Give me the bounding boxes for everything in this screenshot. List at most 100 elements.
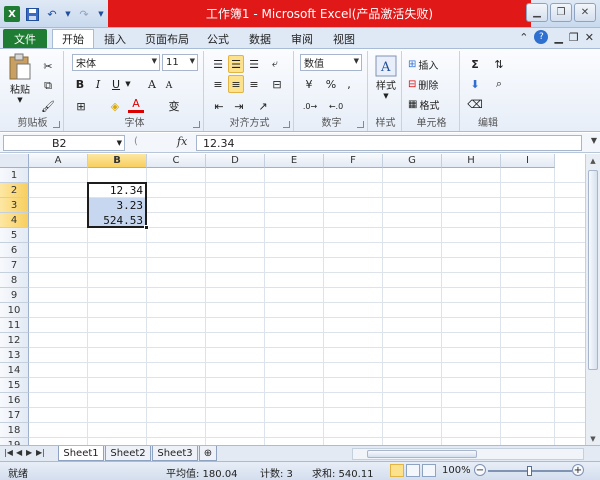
- column-header-i[interactable]: I: [501, 154, 555, 168]
- copy-icon[interactable]: ⧉: [38, 77, 58, 95]
- undo-icon[interactable]: ↶: [44, 6, 60, 22]
- zoom-slider[interactable]: − +: [474, 464, 584, 477]
- page-layout-view-icon[interactable]: [406, 464, 420, 477]
- column-header-c[interactable]: C: [147, 154, 206, 168]
- row-header-2[interactable]: 2: [0, 183, 29, 198]
- tab-home[interactable]: 开始: [52, 29, 94, 48]
- vertical-scrollbar[interactable]: ▲ ▼: [585, 154, 600, 445]
- alignment-launcher-icon[interactable]: [283, 121, 290, 128]
- clipboard-launcher-icon[interactable]: [53, 121, 60, 128]
- row-header-15[interactable]: 15: [0, 378, 29, 393]
- currency-icon[interactable]: ¥: [300, 75, 318, 93]
- formula-input[interactable]: 12.34: [196, 135, 582, 151]
- format-painter-icon[interactable]: 🖌: [38, 97, 58, 115]
- tab-file[interactable]: 文件: [3, 29, 47, 48]
- sheet-tab-sheet2[interactable]: Sheet2: [105, 446, 151, 461]
- close-button[interactable]: ✕: [574, 3, 596, 22]
- styles-button[interactable]: A 样式 ▼: [372, 55, 400, 100]
- column-header-f[interactable]: F: [324, 154, 383, 168]
- doc-restore-icon[interactable]: ❐: [569, 31, 579, 44]
- underline-button[interactable]: U: [108, 75, 124, 93]
- collapse-ribbon-icon[interactable]: ⌃: [519, 31, 528, 44]
- insert-cells-button[interactable]: ⊞ 插入: [408, 55, 458, 73]
- next-sheet-icon[interactable]: ▶: [26, 448, 32, 457]
- font-launcher-icon[interactable]: [193, 121, 200, 128]
- name-box[interactable]: B2 ▼: [3, 135, 125, 151]
- phonetic-button[interactable]: 变: [164, 97, 184, 115]
- zoom-level[interactable]: 100%: [442, 465, 471, 476]
- find-select-icon[interactable]: ⌕: [488, 75, 510, 93]
- column-header-a[interactable]: A: [29, 154, 88, 168]
- expand-formula-icon[interactable]: ▼: [591, 136, 597, 145]
- horizontal-scrollbar[interactable]: [352, 448, 584, 460]
- increase-indent-icon[interactable]: ⇥: [230, 97, 248, 115]
- font-size-combo[interactable]: 11 ▼: [162, 54, 198, 71]
- first-sheet-icon[interactable]: |◀: [4, 448, 13, 457]
- row-header-5[interactable]: 5: [0, 228, 29, 243]
- fill-handle[interactable]: [144, 225, 149, 230]
- grow-font-button[interactable]: A: [144, 75, 160, 93]
- zoom-in-icon[interactable]: +: [572, 464, 584, 476]
- tab-formulas[interactable]: 公式: [202, 29, 234, 48]
- orientation-icon[interactable]: ↗: [254, 97, 272, 115]
- fill-icon[interactable]: ⬇: [466, 75, 484, 93]
- tab-data[interactable]: 数据: [244, 29, 276, 48]
- horizontal-scroll-thumb[interactable]: [367, 450, 477, 458]
- font-color-button[interactable]: A: [128, 97, 144, 113]
- row-header-8[interactable]: 8: [0, 273, 29, 288]
- column-header-e[interactable]: E: [265, 154, 324, 168]
- autosum-button[interactable]: Σ: [466, 55, 484, 73]
- decrease-indent-icon[interactable]: ⇤: [210, 97, 228, 115]
- delete-cells-button[interactable]: ⊟ 删除: [408, 75, 458, 93]
- restore-button[interactable]: ❐: [550, 3, 572, 22]
- normal-view-icon[interactable]: [390, 464, 404, 477]
- vertical-scroll-thumb[interactable]: [588, 170, 598, 370]
- row-header-4[interactable]: 4: [0, 213, 29, 228]
- row-header-10[interactable]: 10: [0, 303, 29, 318]
- align-middle-icon[interactable]: ☰: [228, 55, 244, 73]
- column-header-g[interactable]: G: [383, 154, 442, 168]
- doc-close-icon[interactable]: ✕: [585, 31, 594, 44]
- save-icon[interactable]: [24, 6, 40, 22]
- increase-decimal-icon[interactable]: .0→: [300, 97, 320, 115]
- clear-icon[interactable]: ⌫: [466, 95, 484, 113]
- last-sheet-icon[interactable]: ▶|: [36, 448, 45, 457]
- wrap-text-icon[interactable]: ⤶: [266, 55, 284, 73]
- row-header-11[interactable]: 11: [0, 318, 29, 333]
- minimize-button[interactable]: ▁: [526, 3, 548, 22]
- zoom-out-icon[interactable]: −: [474, 464, 486, 476]
- comma-button[interactable]: ,: [342, 75, 356, 93]
- row-header-16[interactable]: 16: [0, 393, 29, 408]
- number-format-combo[interactable]: 数值 ▼: [300, 54, 362, 71]
- row-header-14[interactable]: 14: [0, 363, 29, 378]
- select-all-corner[interactable]: [0, 154, 29, 168]
- redo-icon[interactable]: ↷: [76, 6, 92, 22]
- fill-color-icon[interactable]: ◈: [106, 97, 124, 115]
- align-top-icon[interactable]: ☰: [210, 55, 226, 73]
- tab-insert[interactable]: 插入: [98, 29, 132, 48]
- row-header-7[interactable]: 7: [0, 258, 29, 273]
- row-header-6[interactable]: 6: [0, 243, 29, 258]
- sort-filter-icon[interactable]: ⇅: [488, 55, 510, 73]
- row-header-17[interactable]: 17: [0, 408, 29, 423]
- align-left-icon[interactable]: ≡: [210, 75, 226, 93]
- doc-minimize-icon[interactable]: ▁: [554, 31, 562, 44]
- cut-icon[interactable]: ✂: [38, 57, 58, 75]
- align-right-icon[interactable]: ≡: [246, 75, 262, 93]
- align-bottom-icon[interactable]: ☰: [246, 55, 262, 73]
- tab-page-layout[interactable]: 页面布局: [140, 29, 194, 48]
- align-center-icon[interactable]: ≡: [228, 75, 244, 93]
- zoom-knob[interactable]: [527, 466, 532, 476]
- scroll-down-icon[interactable]: ▼: [587, 432, 599, 445]
- customize-qat-icon[interactable]: ▼: [96, 6, 106, 22]
- prev-sheet-icon[interactable]: ◀: [16, 448, 22, 457]
- row-header-13[interactable]: 13: [0, 348, 29, 363]
- decrease-decimal-icon[interactable]: ←.0: [326, 97, 346, 115]
- font-name-combo[interactable]: 宋体 ▼: [72, 54, 160, 71]
- shrink-font-button[interactable]: A: [162, 77, 176, 95]
- percent-button[interactable]: %: [324, 75, 338, 93]
- formula-cancel-icon[interactable]: (: [134, 136, 138, 147]
- italic-button[interactable]: I: [90, 75, 106, 93]
- page-break-view-icon[interactable]: [422, 464, 436, 477]
- row-header-1[interactable]: 1: [0, 168, 29, 183]
